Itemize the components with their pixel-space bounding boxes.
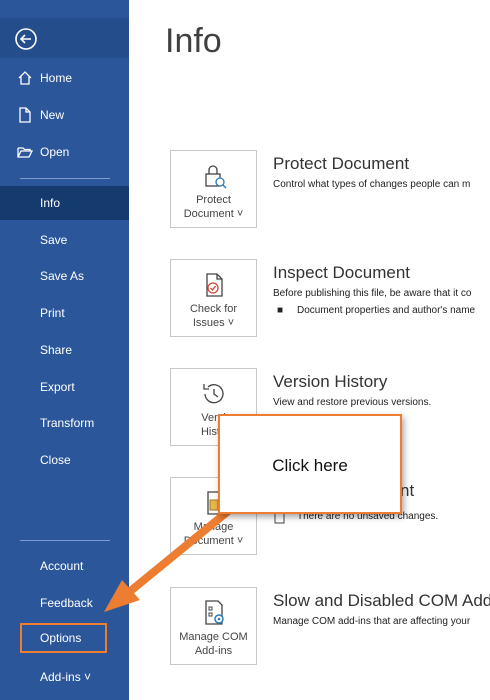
section-description: Before publishing this file, be aware th… (273, 288, 472, 299)
sidebar-item-label: Print (40, 306, 65, 320)
sidebar-item-label: Account (40, 559, 84, 573)
section-title: nt (400, 481, 415, 500)
options-highlight-box (20, 623, 107, 653)
sidebar-item-feedback[interactable]: Feedback (0, 586, 129, 620)
sidebar-item-label: Transform (40, 416, 95, 430)
page-title: Info (165, 22, 222, 60)
sidebar-item-label: Feedback (40, 596, 93, 610)
sidebar-item-label: Export (40, 380, 75, 394)
card-label: Manage Document ˅ (171, 520, 256, 548)
bullet-marker: ■ (277, 305, 284, 316)
open-folder-icon (17, 147, 34, 158)
manage-com-addins-button[interactable]: Manage COM Add-ins (170, 587, 257, 665)
history-clock-icon (203, 384, 224, 404)
card-label-line1: Check for (189, 303, 238, 315)
callout-box: Click here (218, 414, 402, 514)
sidebar-item-label: Home (40, 71, 73, 85)
section-title: Protect Document (273, 154, 410, 173)
section-description: Manage COM add-ins that are affecting yo… (273, 616, 471, 627)
sidebar-divider (20, 540, 110, 541)
section-description: View and restore previous versions. (273, 397, 432, 408)
sidebar-divider (20, 178, 110, 179)
card-label-line1: Protect (196, 194, 231, 206)
sidebar-item-close[interactable]: Close (0, 443, 129, 477)
sidebar-item-print[interactable]: Print (0, 296, 129, 330)
protect-document-button[interactable]: Protect Document ˅ (170, 150, 257, 228)
section-title: Slow and Disabled COM Add (273, 591, 490, 610)
sidebar-item-label: Add-ins ˅ (40, 670, 92, 684)
sidebar-item-label: Share (40, 343, 73, 357)
com-addins-icon (205, 600, 224, 625)
sidebar-item-label: New (40, 108, 65, 122)
card-label-line1: Manage COM (179, 631, 248, 643)
card-label: Protect Document ˅ (171, 193, 256, 221)
sidebar-item-account[interactable]: Account (0, 549, 129, 583)
home-icon (18, 71, 32, 85)
lock-icon (205, 165, 227, 189)
new-document-icon (19, 107, 31, 123)
sidebar-item-info[interactable]: Info (0, 186, 129, 220)
back-arrow-icon (15, 28, 37, 50)
sidebar-item-label: Close (40, 453, 71, 467)
sidebar-item-save-as[interactable]: Save As (0, 259, 129, 293)
inspect-document-icon (206, 273, 223, 297)
sidebar-item-label: Open (40, 145, 70, 159)
bullet-text: Document properties and author's name (297, 305, 476, 316)
sidebar-item-save[interactable]: Save (0, 223, 129, 257)
card-label-line2: Document ˅ (183, 535, 244, 547)
section-description: Control what types of changes people can… (273, 179, 471, 190)
back-button[interactable] (0, 18, 129, 58)
card-label-line1: Manage (193, 521, 234, 533)
sidebar-item-label: Info (40, 196, 61, 210)
sidebar-item-transform[interactable]: Transform (0, 406, 129, 440)
card-label-line2: Document ˅ (183, 208, 244, 220)
sidebar-item-label: Save (40, 233, 68, 247)
sidebar-item-new[interactable]: New (0, 98, 129, 132)
sidebar-item-add-ins[interactable]: Add-ins ˅ (0, 660, 129, 694)
callout-text: Click here (272, 456, 348, 475)
card-label: Check for Issues ˅ (171, 302, 256, 330)
backstage-sidebar: Home New Open Info Save Save As Print Sh… (0, 0, 129, 700)
check-for-issues-button[interactable]: Check for Issues ˅ (170, 259, 257, 337)
sidebar-item-export[interactable]: Export (0, 370, 129, 404)
sidebar-item-home[interactable]: Home (0, 61, 129, 95)
card-label: Manage COM Add-ins (171, 630, 256, 658)
section-title: Version History (273, 372, 388, 391)
bullet-item: ■ Document properties and author's name (277, 305, 475, 316)
section-title: Inspect Document (273, 263, 411, 282)
card-label-line2: Issues ˅ (192, 317, 235, 329)
sidebar-item-share[interactable]: Share (0, 333, 129, 367)
card-label-line2: Add-ins (194, 645, 233, 657)
sidebar-item-label: Save As (40, 269, 85, 283)
sidebar-item-open[interactable]: Open (0, 135, 129, 169)
